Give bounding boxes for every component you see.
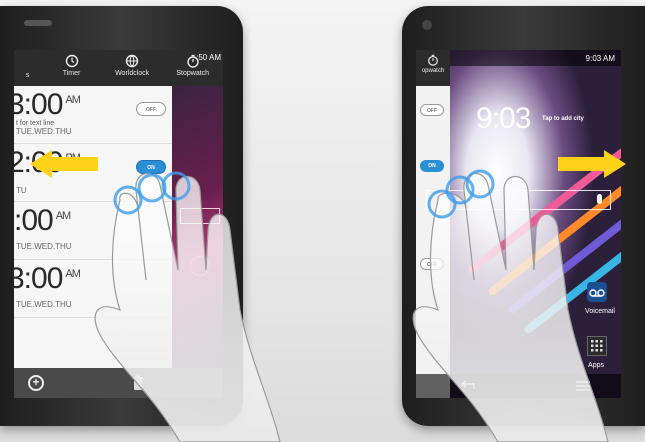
alarm-time: 3:00 <box>14 88 63 121</box>
right-hand-illustration <box>398 150 618 442</box>
status-time: 9:03 AM <box>585 54 615 63</box>
alarm-ampm: AM <box>65 94 80 106</box>
tab-timer[interactable]: Timer <box>41 50 102 86</box>
alarm-item[interactable]: 3:00 AM t for text line TUE.WED.THU OFF <box>14 86 172 144</box>
tap-to-add-city[interactable]: Tap to add city <box>542 116 584 122</box>
tab-alarm-label: s <box>25 72 30 79</box>
alarm-toggle[interactable]: OFF <box>136 102 166 116</box>
tab-alarm[interactable]: s <box>14 50 41 86</box>
speaker-grille <box>24 20 52 26</box>
alarm-ampm: AM <box>65 268 80 280</box>
hand-shape <box>94 173 281 442</box>
stopwatch-icon <box>428 54 438 66</box>
worldclock-icon <box>125 54 139 68</box>
alarm-time: :00 <box>14 204 54 237</box>
tab-stopwatch[interactable]: opwatch <box>416 50 450 86</box>
left-hand-illustration <box>80 160 290 442</box>
tab-stopwatch-label: opwatch <box>421 68 445 74</box>
tab-timer-label: Timer <box>62 70 81 77</box>
tab-stopwatch-label: Stopwatch <box>176 70 210 77</box>
home-clock: 9:03 <box>476 102 531 135</box>
front-camera <box>422 20 432 30</box>
alarm-days: TUE.WED.THU <box>16 127 72 136</box>
alarm-toggle[interactable]: OFF <box>420 104 444 116</box>
timer-icon <box>65 54 78 68</box>
tab-worldclock[interactable]: Worldclock <box>102 50 163 86</box>
alarm-time: 3:00 <box>14 262 63 295</box>
alarm-ampm: AM <box>55 210 71 222</box>
clock-app-tab-bar: s Timer Worldclock Stopwatch <box>14 50 223 86</box>
hand-shape <box>412 173 609 442</box>
status-time: :50 AM <box>196 53 221 62</box>
tab-worldclock-label: Worldclock <box>115 70 150 77</box>
add-alarm-button[interactable]: + <box>28 375 44 391</box>
alarm-subtext: t for text line <box>16 120 55 127</box>
